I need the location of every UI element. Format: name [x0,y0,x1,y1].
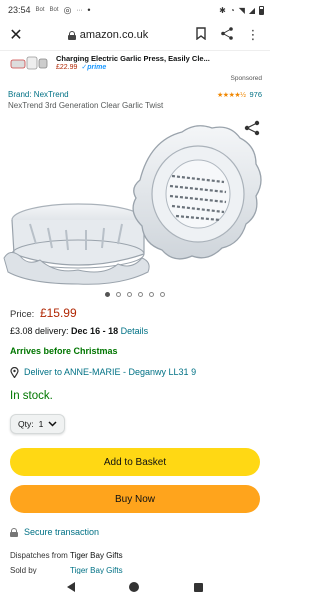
battery-icon [259,5,264,15]
delivery-dates: Dec 16 - 18 [71,326,119,336]
wifi-icon: ◥ [238,5,245,15]
share-icon[interactable] [244,120,260,136]
recent-apps-icon[interactable] [193,582,203,592]
prime-badge: ✓prime [81,64,107,71]
alarm-icon: ◔ [229,5,235,15]
rating-count: 976 [249,90,262,99]
add-to-basket-button[interactable]: Add to Basket [10,448,260,476]
deliver-to-text: Deliver to ANNE-MARIE - Deganwy LL31 9 [24,367,197,377]
brand-link[interactable]: Brand: NexTrend [8,90,69,99]
price: Price: £15.99 [0,300,270,322]
clock: 23:54 [8,5,31,15]
secure-transaction-link[interactable]: Secure transaction [0,513,270,539]
product-title: NexTrend 3rd Generation Clear Garlic Twi… [8,101,164,110]
price-label: Price: [10,309,35,320]
url-bar[interactable]: amazon.co.uk [32,29,184,41]
rating[interactable]: ★★★★½ 976 [217,90,262,99]
buy-now-button[interactable]: Buy Now [10,485,260,513]
details-link[interactable]: Details [121,326,149,336]
more-menu-icon[interactable]: ⋮ [244,27,262,43]
carousel-dot[interactable] [138,291,143,297]
deliver-to-link[interactable]: Deliver to ANNE-MARIE - Deganwy LL31 9 [0,360,270,380]
status-bar: 23:54 Bot Bot ◎ ⋯ • ✱ ◔ ◥ ◢ [0,0,270,20]
share-icon[interactable] [218,27,236,43]
bluetooth-icon: ✱ [219,5,226,15]
delivery-cost: £3.08 delivery: [10,326,72,336]
ad-title: Charging Electric Garlic Press, Easily C… [56,54,210,63]
price-amount: £15.99 [39,306,77,320]
home-icon[interactable] [129,582,140,592]
qty-label: Qty: [18,419,34,429]
browser-toolbar: ✕ amazon.co.uk ⋮ [0,20,270,50]
ad-product-image [8,53,50,73]
android-nav-bar [0,574,270,600]
location-pin-icon [10,366,19,379]
notification-icon: ⋯ [76,7,83,14]
christmas-notice: Arrives before Christmas [10,346,118,356]
carousel-dot[interactable] [116,291,121,297]
notification-icon: Bot [35,7,45,13]
stock-status: In stock. [10,390,53,402]
secure-transaction-text: Secure transaction [24,527,100,537]
image-pagination[interactable] [0,288,270,300]
product-image-carousel[interactable] [0,116,270,288]
dispatches-from-row: Dispatches from Tiger Bay Gifts [0,548,270,563]
star-rating-icon: ★★★★½ [217,91,246,99]
lock-icon [67,30,76,40]
dot-icon: • [87,5,91,15]
qty-value: 1 [38,419,44,429]
lock-icon [10,527,18,537]
notification-icon: Bot [49,7,59,13]
bookmark-icon[interactable] [192,27,210,43]
dispatches-from-value: Tiger Bay Gifts [70,551,123,560]
back-icon[interactable] [67,582,76,592]
sponsored-ad-banner[interactable]: Charging Electric Garlic Press, Easily C… [0,50,270,74]
quantity-select[interactable]: Qty: 1 [10,414,66,434]
delivery-info: £3.08 delivery: Dec 16 - 18 Details [0,322,270,340]
url-text: amazon.co.uk [79,29,149,41]
dispatches-from-label: Dispatches from [10,551,68,560]
carousel-dot[interactable] [160,291,165,297]
signal-icon: ◢ [248,5,255,15]
close-icon[interactable]: ✕ [8,25,24,45]
carousel-dot[interactable] [105,291,110,297]
sponsored-label: Sponsored [230,75,262,82]
carousel-dot[interactable] [149,291,154,297]
instagram-icon: ◎ [63,4,72,15]
garlic-press-image [3,125,262,285]
chevron-down-icon [48,420,57,429]
ad-price: £22.99 [56,64,78,71]
carousel-dot[interactable] [127,291,132,297]
